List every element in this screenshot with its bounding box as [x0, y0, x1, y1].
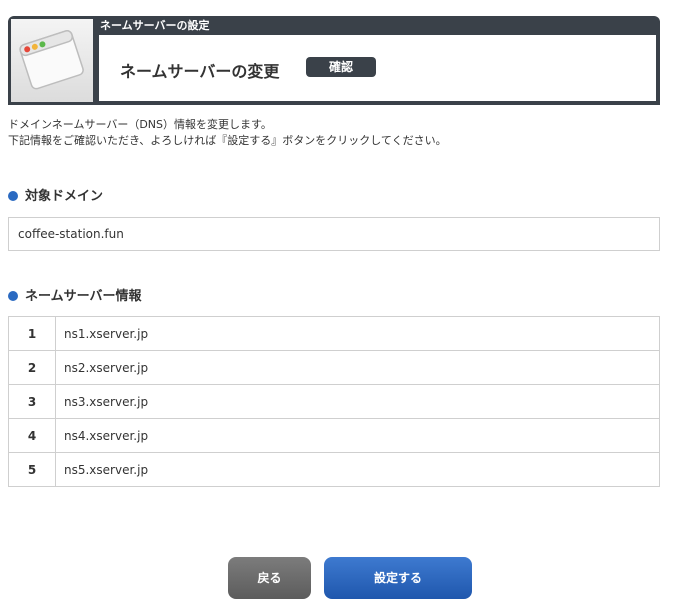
panel-caption: ネームサーバーの設定 — [100, 19, 210, 32]
header-panel: ネームサーバーの設定 ネームサーバーの変更 確認 — [8, 16, 660, 105]
header-main: ネームサーバーの変更 確認 — [99, 35, 656, 101]
description: ドメインネームサーバー（DNS）情報を変更します。 下記情報をご確認いただき、よ… — [8, 117, 447, 149]
table-row: 4 ns4.xserver.jp — [8, 418, 660, 453]
nameserver-table: 1 ns1.xserver.jp 2 ns2.xserver.jp 3 ns3.… — [8, 316, 660, 487]
row-number: 3 — [8, 384, 56, 419]
row-number: 5 — [8, 452, 56, 487]
status-badge: 確認 — [306, 57, 376, 77]
row-number: 1 — [8, 316, 56, 351]
table-row: 5 ns5.xserver.jp — [8, 452, 660, 487]
description-line-2: 下記情報をご確認いただき、よろしければ『設定する』ボタンをクリックしてください。 — [8, 134, 447, 147]
bullet-icon — [8, 191, 18, 201]
table-row: 2 ns2.xserver.jp — [8, 350, 660, 385]
nameserver-value: ns2.xserver.jp — [55, 350, 660, 385]
row-number: 4 — [8, 418, 56, 453]
description-line-1: ドメインネームサーバー（DNS）情報を変更します。 — [8, 118, 272, 131]
table-row: 3 ns3.xserver.jp — [8, 384, 660, 419]
ns-section-label: ネームサーバー情報 — [25, 289, 142, 304]
page-title: ネームサーバーの変更 — [120, 62, 280, 81]
nameserver-value: ns1.xserver.jp — [55, 316, 660, 351]
nameserver-value: ns4.xserver.jp — [55, 418, 660, 453]
back-button[interactable]: 戻る — [228, 557, 311, 599]
ns-section-title: ネームサーバー情報 — [8, 285, 141, 304]
nameserver-value: ns5.xserver.jp — [55, 452, 660, 487]
window-icon-graphic — [19, 30, 84, 90]
bullet-icon — [8, 291, 18, 301]
row-number: 2 — [8, 350, 56, 385]
target-domain-value: coffee-station.fun — [8, 217, 660, 251]
window-icon — [11, 19, 96, 102]
nameserver-value: ns3.xserver.jp — [55, 384, 660, 419]
domain-section-title: 対象ドメイン — [8, 185, 103, 204]
submit-button[interactable]: 設定する — [324, 557, 472, 599]
domain-section-label: 対象ドメイン — [25, 189, 104, 204]
table-row: 1 ns1.xserver.jp — [8, 316, 660, 351]
